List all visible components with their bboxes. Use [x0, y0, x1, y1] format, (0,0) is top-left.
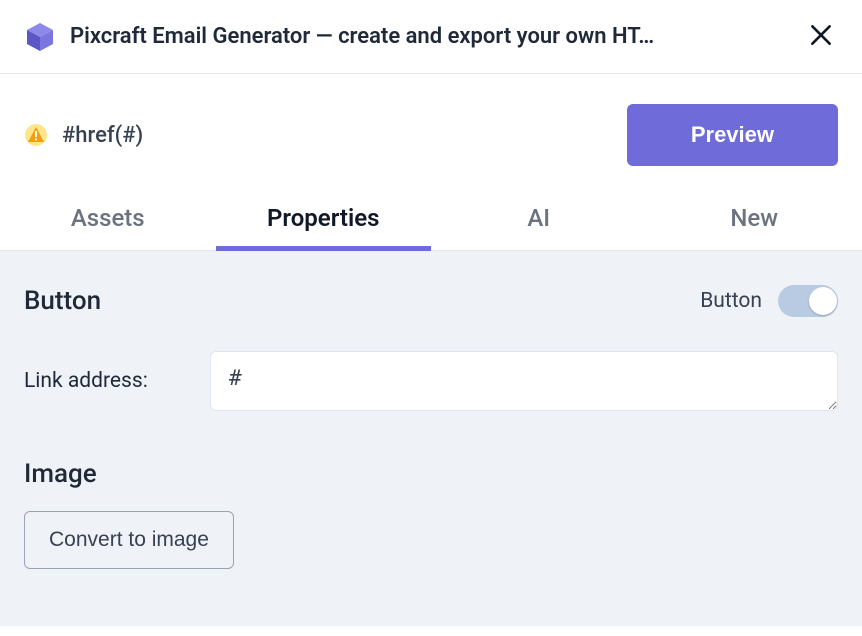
- toggle-knob: [809, 287, 837, 315]
- link-address-input[interactable]: [210, 351, 838, 411]
- button-toggle-label: Button: [700, 289, 762, 313]
- tabs-bar: Assets Properties AI New: [0, 188, 862, 251]
- warning-icon: [24, 123, 48, 147]
- subheader-row: #href(#) Preview: [0, 74, 862, 188]
- image-section-heading: Image: [24, 459, 838, 489]
- app-logo-icon: [24, 21, 56, 53]
- link-address-label: Link address:: [24, 369, 182, 393]
- properties-panel: Button Button Link address: Image Conver…: [0, 251, 862, 626]
- button-toggle-wrap: Button: [700, 285, 838, 317]
- convert-to-image-button[interactable]: Convert to image: [24, 511, 234, 569]
- close-button[interactable]: [804, 18, 838, 55]
- app-header: Pixcraft Email Generator — create and ex…: [0, 0, 862, 74]
- tab-ai[interactable]: AI: [431, 188, 647, 250]
- button-toggle[interactable]: [778, 285, 838, 317]
- element-ref: #href(#): [62, 123, 613, 148]
- preview-button[interactable]: Preview: [627, 104, 838, 166]
- close-icon: [808, 22, 834, 51]
- tab-assets[interactable]: Assets: [0, 188, 216, 250]
- tab-properties[interactable]: Properties: [216, 188, 432, 250]
- button-section-row: Button Button: [24, 285, 838, 317]
- link-address-row: Link address:: [24, 351, 838, 411]
- app-title: Pixcraft Email Generator — create and ex…: [70, 24, 790, 49]
- button-section-heading: Button: [24, 286, 101, 316]
- tab-new[interactable]: New: [647, 188, 862, 250]
